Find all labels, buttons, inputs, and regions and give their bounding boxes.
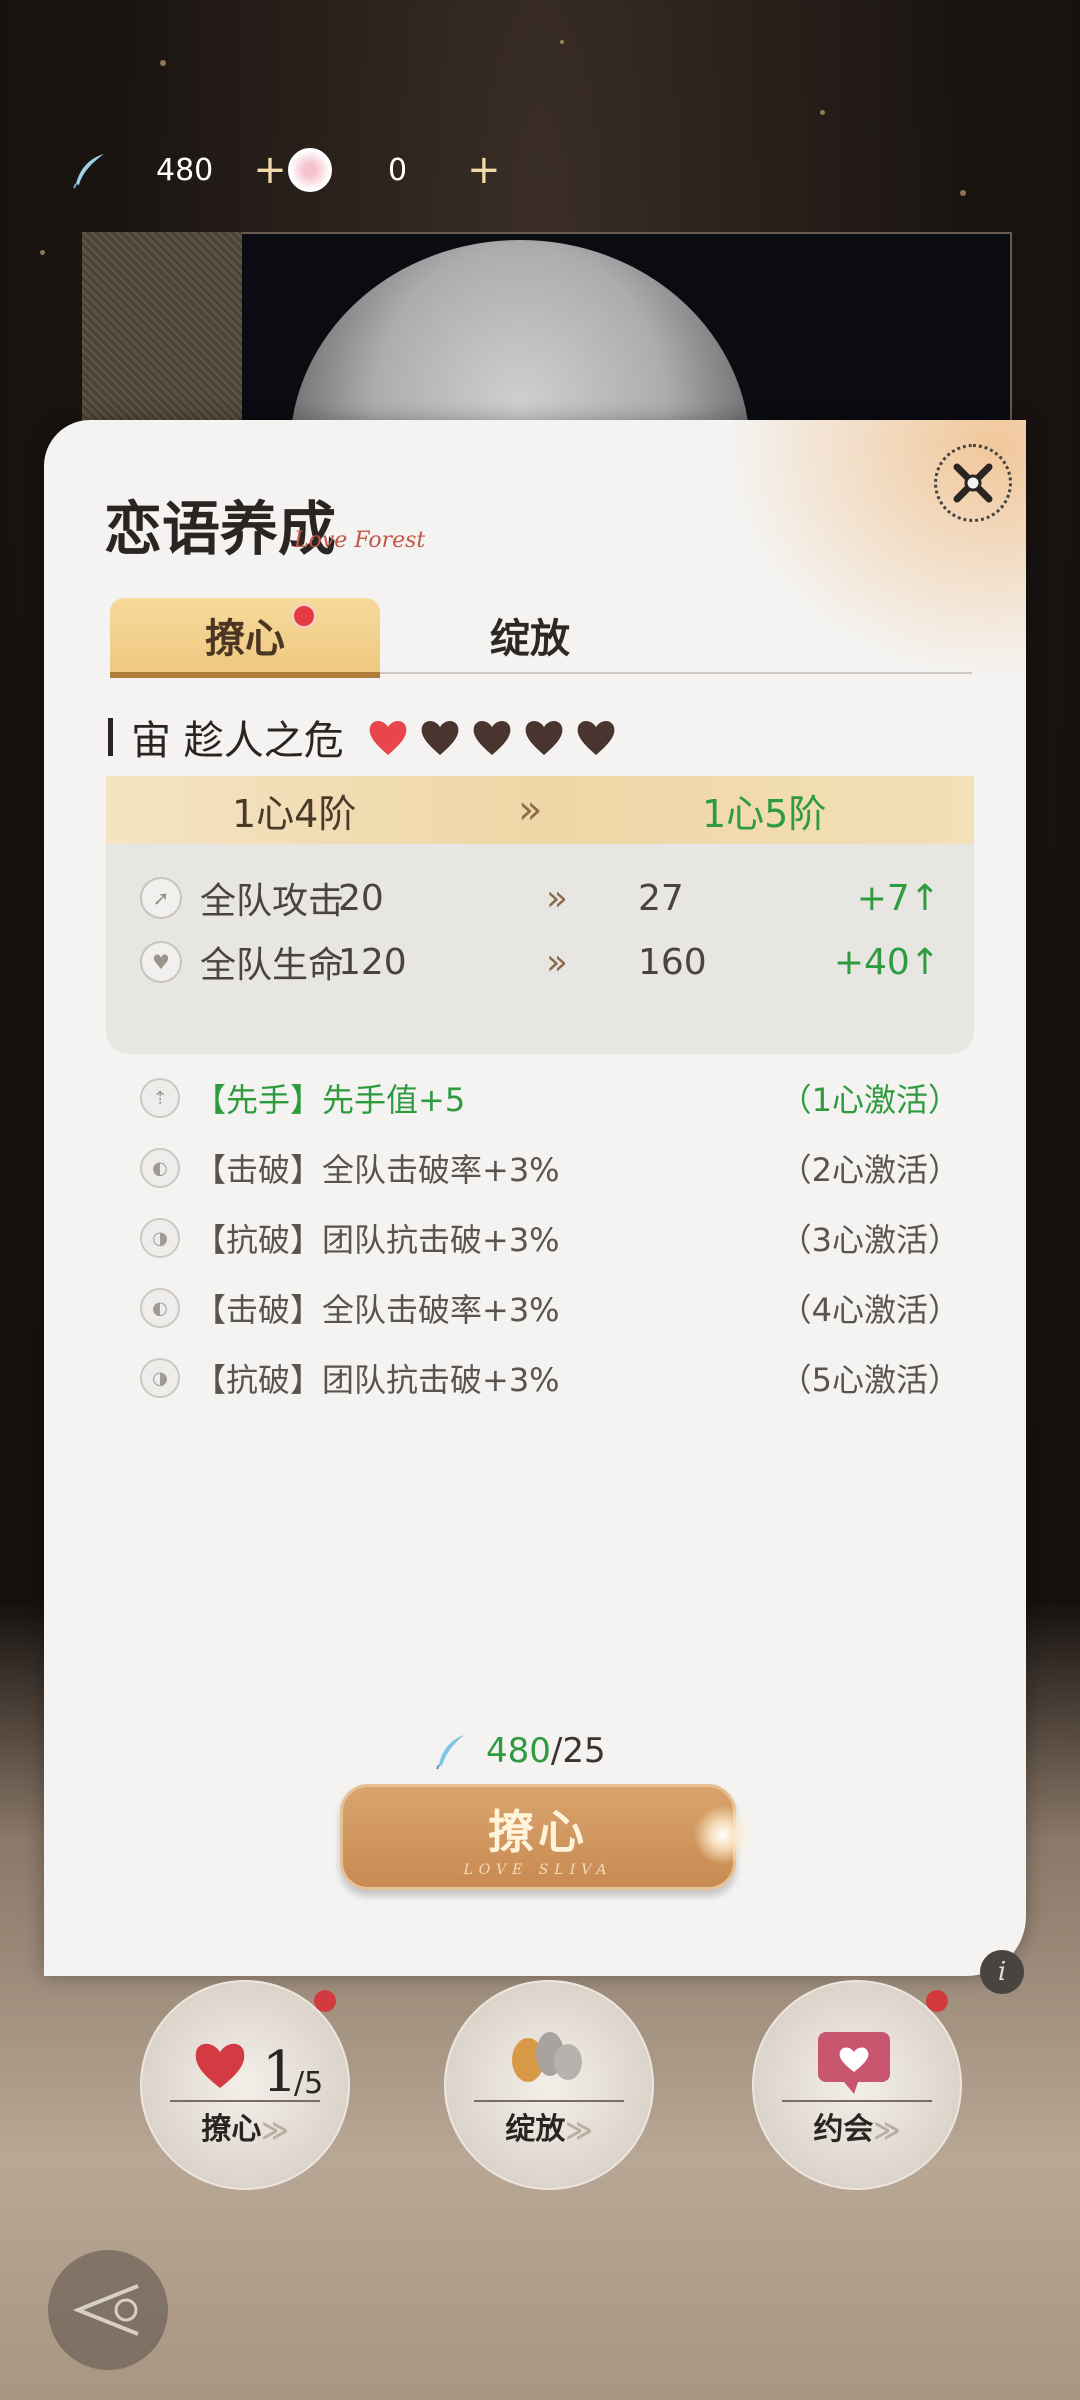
break-icon: ◐ bbox=[140, 1148, 180, 1188]
divider bbox=[782, 2100, 932, 2102]
heart-empty-icon bbox=[577, 720, 615, 755]
currency-rose: 0 + bbox=[288, 140, 501, 200]
stat-next: 160 bbox=[638, 941, 707, 983]
flirt-upgrade-button[interactable]: 撩心 LOVE SLIVA bbox=[340, 1784, 753, 1890]
heart-empty-icon bbox=[473, 720, 511, 755]
stat-current: 120 bbox=[338, 941, 407, 983]
skill-condition: （4心激活） bbox=[779, 1291, 960, 1329]
panel-title: 恋语养成 bbox=[104, 495, 337, 563]
flirt-total: /5 bbox=[294, 2066, 324, 2101]
break-icon: ◐ bbox=[140, 1288, 180, 1328]
double-chevron-icon: » bbox=[546, 877, 569, 919]
chevron-right-icon: ≫ bbox=[873, 2116, 901, 2146]
heart-empty-icon bbox=[421, 720, 459, 755]
hp-icon: ♥ bbox=[140, 941, 182, 983]
tab-bloom-label: 绽放 bbox=[490, 616, 570, 662]
bottom-nav-label: 绽放≫ bbox=[446, 2104, 652, 2148]
cost-have: 480 bbox=[486, 1731, 551, 1771]
tab-bar: 撩心 绽放 bbox=[110, 598, 972, 678]
skill-condition: （5心激活） bbox=[779, 1361, 960, 1399]
notification-badge bbox=[926, 1990, 948, 2012]
add-feather-button[interactable]: + bbox=[253, 147, 287, 193]
button-shine bbox=[693, 1805, 753, 1865]
chevron-right-icon: ≫ bbox=[565, 2116, 593, 2146]
break-resist-icon: ◑ bbox=[140, 1218, 180, 1258]
action-button-label: 撩心 bbox=[488, 1805, 588, 1859]
divider bbox=[474, 2100, 624, 2102]
skill-condition: （1心激活） bbox=[779, 1081, 960, 1119]
heart-empty-icon bbox=[525, 720, 563, 755]
heart-icon bbox=[195, 2043, 245, 2088]
skill-condition: （2心激活） bbox=[779, 1151, 960, 1189]
bottom-nav-bloom-label: 绽放 bbox=[505, 2112, 566, 2147]
double-chevron-icon: » bbox=[518, 787, 543, 833]
break-resist-icon: ◑ bbox=[140, 1358, 180, 1398]
stat-current: 20 bbox=[338, 877, 384, 919]
character-card-name: 宙 趁人之危 bbox=[131, 718, 344, 764]
tab-flirt-label: 撩心 bbox=[205, 616, 285, 662]
bottom-nav-label: 撩心≫ bbox=[142, 2104, 348, 2148]
feather-amount: 480 bbox=[156, 152, 214, 188]
flirt-count: 1 bbox=[262, 2040, 298, 2105]
bottom-nav-bloom[interactable]: 绽放≫ bbox=[444, 1980, 654, 2190]
stats-box: ➚ 全队攻击 20 » 27 +7↑ ♥ 全队生命 120 » 160 +40↑ bbox=[106, 844, 974, 1054]
chevron-right-icon: ≫ bbox=[261, 2116, 289, 2146]
sparkle bbox=[960, 190, 966, 196]
sparkle bbox=[820, 110, 825, 115]
divider bbox=[170, 2100, 320, 2102]
back-button[interactable] bbox=[48, 2250, 168, 2370]
skill-condition: （3心激活） bbox=[779, 1221, 960, 1259]
bottom-nav-flirt-label: 撩心 bbox=[201, 2112, 262, 2147]
attack-icon: ➚ bbox=[140, 877, 182, 919]
close-icon bbox=[953, 463, 993, 503]
stat-delta: +40↑ bbox=[833, 941, 940, 983]
info-button[interactable]: i bbox=[980, 1950, 1024, 1994]
double-chevron-icon: » bbox=[546, 941, 569, 983]
current-level: 1心4阶 bbox=[232, 791, 357, 836]
notification-badge bbox=[314, 1990, 336, 2012]
skill-row: ◐ 【击破】全队击破率+3% （2心激活） bbox=[140, 1138, 960, 1198]
sparkle bbox=[160, 60, 166, 66]
skill-row: ⇡ 【先手】先手值+5 （1心激活） bbox=[140, 1068, 960, 1128]
bottom-nav-date[interactable]: 约会≫ bbox=[752, 1980, 962, 2190]
tab-flirt[interactable]: 撩心 bbox=[110, 598, 380, 678]
tab-bloom[interactable]: 绽放 bbox=[430, 598, 630, 672]
cost-need: /25 bbox=[550, 1731, 606, 1771]
currency-feather: 480 + bbox=[70, 140, 287, 200]
add-rose-button[interactable]: + bbox=[467, 147, 501, 193]
initiative-icon: ⇡ bbox=[140, 1078, 180, 1118]
stat-next: 27 bbox=[638, 877, 684, 919]
close-button[interactable] bbox=[934, 444, 1012, 522]
heart-filled-icon bbox=[369, 720, 407, 755]
rose-icon bbox=[288, 148, 332, 192]
cost-row: 480 /25 bbox=[434, 1726, 606, 1776]
skill-row: ◑ 【抗破】团队抗击破+3% （5心激活） bbox=[140, 1348, 960, 1408]
stat-row-attack: ➚ 全队攻击 20 » 27 +7↑ bbox=[140, 868, 940, 928]
back-arrow-icon bbox=[72, 2284, 139, 2336]
skill-row: ◑ 【抗破】团队抗击破+3% （3心激活） bbox=[140, 1208, 960, 1268]
panel-subtitle: Love Forest bbox=[294, 528, 426, 553]
notification-badge bbox=[292, 604, 316, 628]
chat-heart-icon bbox=[818, 2032, 890, 2094]
action-button-sublabel: LOVE SLIVA bbox=[463, 1862, 613, 1878]
bloom-icon bbox=[512, 2032, 582, 2082]
next-level: 1心5阶 bbox=[702, 791, 827, 836]
feather-icon bbox=[436, 1735, 464, 1770]
title-accent-bar bbox=[108, 718, 113, 756]
feather-icon bbox=[73, 154, 104, 189]
bottom-nav-label: 约会≫ bbox=[754, 2104, 960, 2148]
bottom-nav-date-label: 约会 bbox=[813, 2112, 874, 2147]
rose-amount: 0 bbox=[388, 152, 408, 188]
skill-row: ◐ 【击破】全队击破率+3% （4心激活） bbox=[140, 1278, 960, 1338]
bottom-nav-flirt[interactable]: 1 /5 撩心≫ bbox=[140, 1980, 350, 2190]
sparkle bbox=[560, 40, 564, 44]
level-upgrade-band: 1心4阶 » 1心5阶 bbox=[106, 776, 974, 844]
stat-delta: +7↑ bbox=[856, 877, 940, 919]
stat-row-hp: ♥ 全队生命 120 » 160 +40↑ bbox=[140, 932, 940, 992]
character-heart-row: 宙 趁人之危 bbox=[108, 702, 626, 772]
sparkle bbox=[40, 250, 45, 255]
love-training-panel: 恋语养成 Love Forest 撩心 绽放 宙 趁人之危 1心4阶 » 1心5… bbox=[44, 420, 1026, 1976]
